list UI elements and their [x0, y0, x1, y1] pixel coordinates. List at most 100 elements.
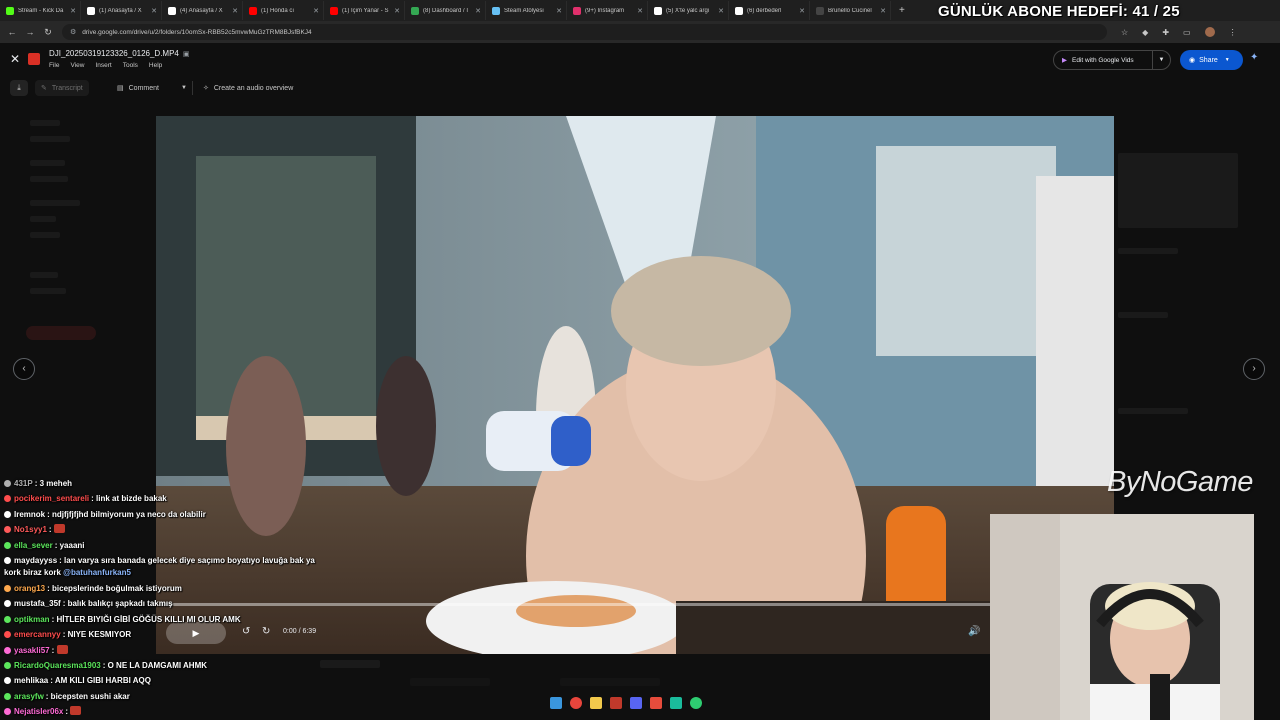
menu-item-insert[interactable]: Insert [95, 62, 111, 69]
extension-icon[interactable]: ◆ [1142, 28, 1148, 37]
discord-icon[interactable] [630, 697, 642, 709]
tab-close-icon[interactable]: ✕ [637, 7, 643, 15]
close-icon[interactable]: ✕ [10, 52, 20, 66]
tab-close-icon[interactable]: ✕ [475, 7, 481, 15]
browser-tab[interactable]: (5) X'te yalc argı ✕ [648, 1, 729, 20]
chat-badge-icon [4, 526, 11, 534]
stream-chat-overlay: 431P: 3 meheh pocikerim_sentareli: link a… [0, 476, 320, 720]
app-icon[interactable] [670, 697, 682, 709]
browser-tab[interactable]: Steam Atölyesi ✕ [486, 1, 567, 20]
chat-username[interactable]: RicardoQuaresma1903 [14, 661, 101, 670]
gemini-icon[interactable]: ✦ [1250, 52, 1258, 63]
share-button[interactable]: ◉ Share ▼ [1180, 50, 1243, 70]
tab-close-icon[interactable]: ✕ [232, 7, 238, 15]
chat-badge-icon [4, 677, 11, 685]
chat-username[interactable]: optikman [14, 615, 50, 624]
chat-username[interactable]: Nejatisler06x [14, 707, 63, 716]
browser-tab[interactable]: (1) Anasayfa / X ✕ [81, 1, 162, 20]
xsplit-icon[interactable] [610, 697, 622, 709]
chat-text: : [48, 525, 52, 535]
tab-close-icon[interactable]: ✕ [556, 7, 562, 15]
url-field[interactable]: ⚙ drive.google.com/drive/u/2/folders/10o… [62, 24, 1107, 40]
chat-message: pocikerim_sentareli: link at bizde bakak [0, 491, 320, 506]
site-info-icon[interactable]: ⚙ [70, 28, 76, 36]
ghost-item [410, 678, 490, 686]
browser-menu-icon[interactable]: ⋮ [1229, 28, 1237, 37]
taskbar [550, 697, 702, 709]
viewer-menu-bar: File View Insert Tools Help [49, 62, 162, 69]
chat-username[interactable]: maydayyss [14, 556, 57, 565]
vids-icon: ▶ [1062, 57, 1067, 64]
tab-close-icon[interactable]: ✕ [151, 7, 157, 15]
chevron-down-icon[interactable]: ▼ [1152, 50, 1170, 70]
comment-button[interactable]: ▤ Comment [111, 80, 165, 96]
chrome-icon[interactable] [570, 697, 582, 709]
record-icon[interactable] [650, 697, 662, 709]
channel-watermark: ByNoGame [1107, 466, 1253, 498]
webcam-still [990, 514, 1254, 720]
chat-text: : NIYE KESMIYOR [62, 630, 132, 640]
profile-avatar[interactable] [1204, 27, 1215, 37]
puzzle-icon[interactable]: ✚ [1162, 28, 1169, 37]
forward-icon[interactable]: → [24, 27, 36, 37]
misc-app-icon[interactable] [690, 697, 702, 709]
chat-username[interactable]: mehlikaa [14, 676, 48, 685]
audio-overview-button[interactable]: ✧ Create an audio overview [197, 80, 299, 96]
download-icon[interactable]: ⤓ [10, 80, 28, 96]
chevron-down-icon[interactable]: ▼ [175, 80, 193, 96]
chat-username[interactable]: mustafa_35f [14, 599, 61, 608]
chat-badge-icon [4, 631, 11, 639]
browser-tab[interactable]: Stream - Kick Da ✕ [0, 1, 81, 20]
next-file-icon[interactable]: › [1243, 358, 1265, 380]
sidebar-icon[interactable]: ▭ [1183, 28, 1191, 37]
file-explorer-icon[interactable] [590, 697, 602, 709]
chat-username[interactable]: 431P [14, 479, 33, 488]
menu-item-help[interactable]: Help [149, 62, 162, 69]
browser-tab[interactable]: (1) Honda cı ✕ [243, 1, 324, 20]
chat-username[interactable]: arasyfw [14, 692, 44, 701]
tab-favicon-icon [6, 6, 14, 15]
menu-item-view[interactable]: View [70, 62, 84, 69]
chevron-down-icon: ▼ [1224, 57, 1230, 63]
menu-item-file[interactable]: File [49, 62, 59, 69]
tab-close-icon[interactable]: ✕ [70, 7, 76, 15]
browser-tab[interactable]: (4) Anasayfa / X ✕ [162, 1, 243, 20]
menu-item-tools[interactable]: Tools [123, 62, 138, 69]
chat-username[interactable]: No1syy1 [14, 525, 47, 534]
previous-file-icon[interactable]: ‹ [13, 358, 35, 380]
chat-username[interactable]: pocikerim_sentareli [14, 494, 89, 503]
tab-close-icon[interactable]: ✕ [880, 7, 886, 15]
browser-tab[interactable]: (8) Dashboard / I ✕ [405, 1, 486, 20]
chat-badge-icon [4, 495, 11, 503]
chat-username[interactable]: Iremnok [14, 510, 45, 519]
new-tab-icon[interactable]: + [899, 5, 905, 16]
back-icon[interactable]: ← [6, 27, 18, 37]
chat-mention[interactable]: @batuhanfurkan5 [63, 568, 131, 577]
tab-close-icon[interactable]: ✕ [718, 7, 724, 15]
chat-username[interactable]: orang13 [14, 584, 45, 593]
chat-badge-icon [4, 708, 11, 716]
bookmark-star-icon[interactable]: ☆ [1121, 28, 1128, 37]
tab-close-icon[interactable]: ✕ [394, 7, 400, 15]
transcript-button[interactable]: ✎ Transcript [35, 80, 89, 96]
browser-tab[interactable]: Brunello Cucinel ✕ [810, 1, 891, 20]
folder-shortcut-icon[interactable]: ▣ [183, 51, 190, 58]
ghost-item [30, 136, 70, 142]
ghost-item [30, 176, 68, 182]
edit-with-vids-button[interactable]: ▶ Edit with Google Vids ▼ [1053, 50, 1171, 70]
windows-start-icon[interactable] [550, 697, 562, 709]
chat-text: : HİTLER BIYIĞI GİBİ GÖĞÜS KILLI MI OLUR… [51, 614, 241, 624]
browser-tab[interactable]: (6) derbederl ✕ [729, 1, 810, 20]
volume-icon[interactable]: 🔊 [968, 626, 980, 637]
browser-tab[interactable]: (1) İçim Yanar - S ✕ [324, 1, 405, 20]
reload-icon[interactable]: ↻ [42, 27, 54, 38]
chat-username[interactable]: yasakli57 [14, 646, 50, 655]
viewer-header: ✕ DJI_20250319123326_0126_D.MP4 ▣ File Vie… [0, 43, 1280, 77]
chat-text: : 3 meheh [34, 479, 73, 488]
tab-close-icon[interactable]: ✕ [799, 7, 805, 15]
extension-area: ☆ ◆ ✚ ▭ ⋮ [1121, 27, 1237, 37]
browser-tab[interactable]: (9+) Instagram ✕ [567, 1, 648, 20]
chat-username[interactable]: emercannyy [14, 630, 61, 639]
tab-close-icon[interactable]: ✕ [313, 7, 319, 15]
chat-username[interactable]: ella_sever [14, 541, 53, 550]
